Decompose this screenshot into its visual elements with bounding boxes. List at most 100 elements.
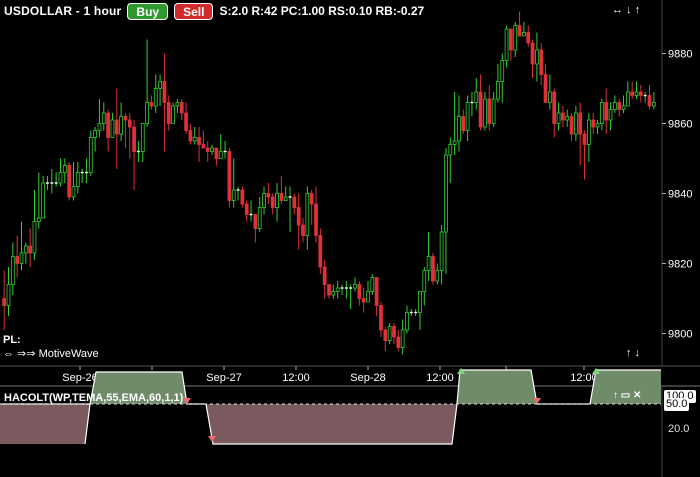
- candle-body: [171, 105, 175, 124]
- trade-stats: S:2.0 R:42 PC:1.00 RS:0.10 RB:-0.27: [219, 4, 425, 18]
- candle-body: [509, 28, 513, 51]
- candle-body: [97, 123, 102, 131]
- price-tick-label: 9880: [668, 49, 692, 61]
- candle-body: [513, 25, 518, 51]
- nav-arrows-bottom[interactable]: ↑ ↓: [626, 347, 640, 359]
- level-50-tag: 50.0: [664, 398, 690, 411]
- candle-body: [483, 98, 487, 128]
- candle-body: [162, 81, 167, 103]
- candlestick-series: [2, 11, 656, 355]
- candle-body: [114, 119, 119, 135]
- candle-body: [387, 326, 392, 341]
- candle-body: [444, 154, 448, 233]
- candle-body: [101, 112, 106, 124]
- candle-body: [604, 102, 609, 121]
- candle-body: [556, 112, 561, 124]
- candle-body: [500, 60, 505, 82]
- candle-body: [257, 207, 262, 229]
- candle-body: [140, 123, 145, 152]
- candle-body: [262, 193, 266, 208]
- candle-body: [305, 193, 310, 236]
- candle-body: [452, 140, 457, 145]
- candle-body: [426, 256, 431, 271]
- candle-body: [539, 49, 544, 75]
- candle-body: [15, 256, 20, 264]
- price-chart[interactable]: 9880 9860 9840 9820 9800 Sep-26 12:00 Sep-27 12…: [0, 0, 700, 477]
- candle-body: [6, 284, 11, 306]
- brand-row: ⇔ ⇒⇒ MotiveWave: [3, 347, 99, 360]
- candle-body: [314, 203, 318, 236]
- candle-body: [383, 329, 388, 341]
- nav-arrows-top[interactable]: ↔ ↓ ↑: [612, 4, 640, 16]
- candle-body: [270, 196, 275, 208]
- candle-body: [2, 298, 7, 306]
- candle-body: [58, 172, 63, 184]
- candle-body: [127, 119, 132, 128]
- price-tick-label: 9800: [668, 329, 692, 341]
- candle-body: [517, 25, 522, 37]
- indicator-label: HACOLT(WP,TEMA,55,EMA,60,1,1): [4, 392, 184, 404]
- candle-body: [218, 151, 223, 159]
- candle-body: [504, 28, 509, 61]
- candle-body: [396, 336, 401, 348]
- candle-body: [244, 203, 249, 215]
- price-tick-label: 9840: [668, 189, 692, 201]
- candle-body: [318, 235, 323, 268]
- candle-body: [106, 112, 110, 138]
- buy-button[interactable]: Buy: [127, 2, 169, 20]
- candle-body: [621, 105, 626, 110]
- candle-body: [405, 312, 409, 331]
- candle-body: [418, 291, 422, 313]
- candle-body: [491, 98, 496, 124]
- candle-body: [296, 207, 301, 226]
- candle-body: [366, 291, 370, 303]
- hacolt-indicator-plot: [0, 368, 661, 445]
- candle-body: [569, 116, 574, 135]
- candle-body: [149, 102, 154, 107]
- candle-body: [474, 91, 479, 103]
- candle-body: [548, 91, 552, 103]
- candle-body: [608, 109, 613, 121]
- time-tick-label: 12:00: [282, 372, 310, 384]
- price-axis: 9880 9860 9840 9820 9800: [662, 49, 692, 341]
- candle-body: [201, 144, 206, 149]
- candle-body: [638, 91, 643, 96]
- candle-body: [543, 74, 548, 103]
- candle-body: [88, 137, 93, 173]
- candle-body: [179, 102, 184, 114]
- candle-body: [175, 102, 180, 107]
- candle-body: [353, 284, 357, 289]
- candle-body: [75, 172, 80, 187]
- hacolt-bearish-fill-1: [206, 404, 457, 444]
- candle-body: [595, 123, 600, 128]
- candle-body: [145, 102, 149, 124]
- chart-title: USDOLLAR - 1 hour: [4, 4, 122, 18]
- candle-body: [132, 126, 136, 152]
- candle-body: [253, 214, 258, 229]
- candle-body: [19, 252, 24, 264]
- candle-body: [123, 116, 128, 121]
- candle-body: [357, 284, 362, 299]
- candle-body: [192, 137, 197, 142]
- candle-body: [283, 196, 288, 201]
- candle-body: [197, 137, 201, 145]
- price-tick-label: 9820: [668, 259, 692, 271]
- candle-body: [184, 112, 188, 131]
- candle-body: [28, 245, 33, 254]
- candle-body: [526, 32, 531, 44]
- candle-body: [448, 144, 453, 156]
- candle-body: [205, 147, 210, 152]
- time-tick-label: Sep-26: [62, 372, 97, 384]
- candle-body: [374, 277, 379, 306]
- candle-body: [465, 102, 470, 131]
- candle-body: [535, 49, 539, 65]
- candle-body: [587, 119, 591, 145]
- candle-body: [392, 326, 396, 338]
- candle-body: [647, 95, 652, 107]
- candle-body: [166, 102, 171, 124]
- scroll-arrows-icon[interactable]: ⇔ ⇒⇒: [3, 348, 36, 360]
- sell-button[interactable]: Sell: [174, 2, 214, 20]
- indicator-controls[interactable]: ↑ ▭ ✕: [613, 390, 641, 401]
- candle-body: [634, 91, 639, 96]
- chart-toolbar: USDOLLAR - 1 hour Buy Sell S:2.0 R:42 PC…: [0, 0, 424, 22]
